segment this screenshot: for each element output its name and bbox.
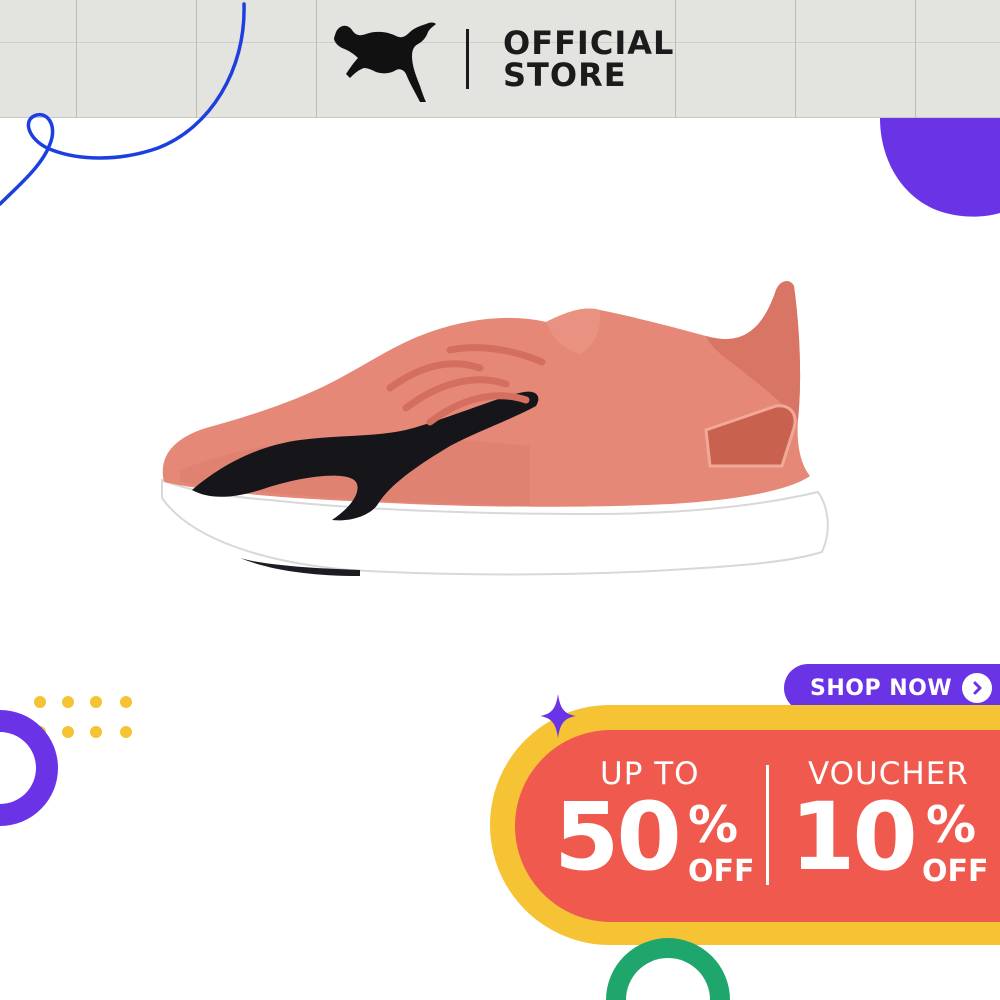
dots-and-ring-decoration	[0, 696, 132, 826]
promo-voucher-value: 10	[790, 783, 918, 892]
logo-divider	[466, 29, 469, 89]
green-ring-decoration	[606, 938, 730, 1000]
purple-circle-decoration	[880, 118, 1000, 217]
brand-logo[interactable]: OFFICIAL STORE	[330, 14, 675, 104]
promo-voucher-percent: %	[926, 796, 977, 854]
chevron-right-icon	[962, 673, 993, 703]
product-image	[161, 281, 829, 576]
blue-squiggle-decoration	[0, 2, 246, 206]
puma-cat-icon	[334, 22, 436, 102]
header-grid-line	[675, 0, 676, 118]
promo-discount-value: 50	[554, 783, 682, 892]
promo-discount-off: OFF	[688, 854, 755, 889]
promo-discount-percent: %	[688, 796, 739, 854]
sparkle-icon	[540, 694, 576, 738]
official-store-label: OFFICIAL STORE	[503, 24, 675, 94]
header-grid-line	[316, 0, 317, 118]
promo-divider	[766, 765, 769, 885]
header-grid-line	[795, 0, 796, 118]
promo-voucher-off: OFF	[922, 854, 989, 889]
shop-now-label: SHOP NOW	[810, 675, 953, 701]
header-grid-line	[915, 0, 916, 118]
